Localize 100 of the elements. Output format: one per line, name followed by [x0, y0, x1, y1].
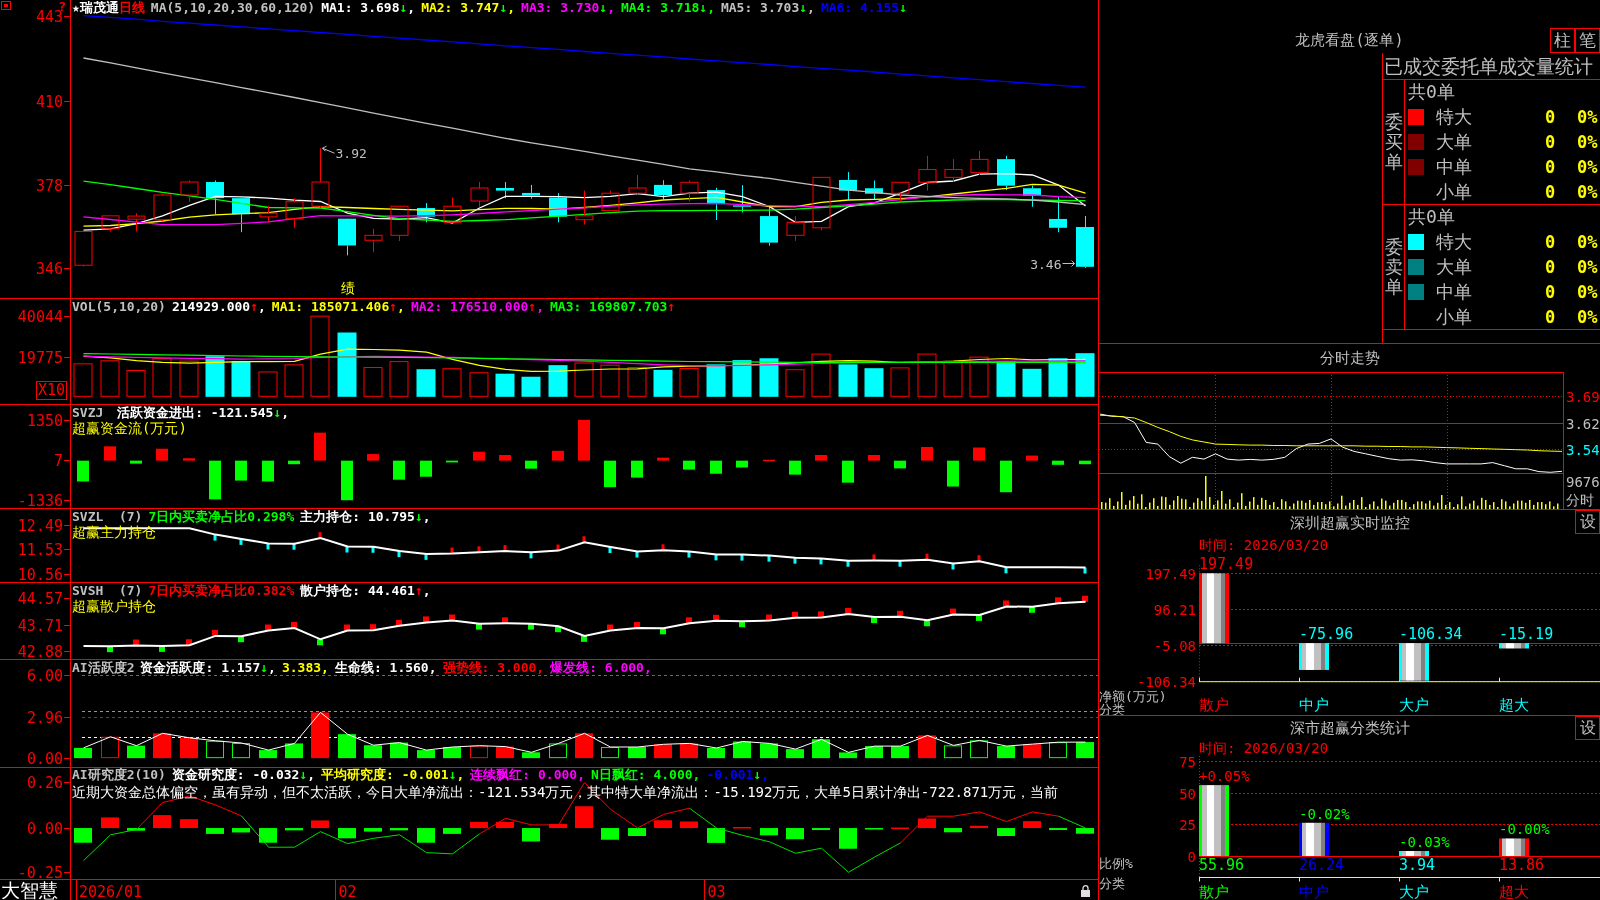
volume-bar	[73, 363, 93, 397]
trend-arrow: ↓	[448, 767, 457, 782]
axis-label: -106.34	[1137, 673, 1196, 690]
legend-value: 平均研究度: -0.001	[321, 767, 449, 782]
category-label: 散户	[1199, 883, 1229, 900]
candle	[733, 184, 751, 213]
change-marker	[766, 614, 772, 621]
change-marker	[556, 544, 560, 551]
volume-bar	[706, 364, 726, 397]
order-size-label: 小单	[1436, 179, 1473, 204]
scale-label: X10	[36, 381, 68, 400]
legend-separator: ,	[407, 0, 416, 15]
legend-separator: ,	[307, 767, 316, 782]
volume-bar	[231, 361, 251, 397]
change-label: +0.05%	[1199, 768, 1250, 785]
axis-label: 0.00	[26, 749, 63, 767]
research-bar	[470, 821, 488, 829]
peak-label: 9676	[1566, 474, 1600, 490]
flow-bar	[921, 446, 933, 461]
research-bar	[628, 828, 646, 836]
change-marker	[819, 558, 823, 565]
order-count: 0	[1545, 156, 1557, 177]
change-marker	[238, 636, 244, 643]
section-title: 深圳超赢实时监控	[1289, 513, 1410, 533]
activity-bar	[259, 750, 277, 759]
change-marker	[818, 611, 824, 618]
flow-bar	[367, 454, 379, 461]
legend-separator: ,	[258, 299, 266, 314]
view-button[interactable]: 柱	[1550, 28, 1575, 53]
strip-label: 分时	[1566, 492, 1594, 508]
research-bar	[707, 828, 725, 843]
activity-bar	[549, 743, 567, 759]
volume-bar	[864, 368, 884, 397]
change-marker	[660, 628, 666, 635]
value-label: -106.34	[1399, 625, 1463, 644]
volume-bar	[548, 365, 568, 397]
legend-value: MA6: 4.155	[820, 0, 900, 15]
volume-bar	[416, 369, 436, 397]
activity-bar	[206, 740, 224, 759]
axis-title: 分类	[1099, 702, 1125, 715]
volume-bar	[627, 367, 647, 397]
flow-bar	[1079, 460, 1091, 465]
change-marker	[318, 532, 322, 539]
change-marker	[503, 545, 507, 552]
change-label: -0.00%	[1499, 821, 1550, 838]
settings-button[interactable]: 设	[1575, 510, 1600, 534]
change-marker	[607, 624, 613, 631]
legend-separator: ,	[607, 0, 615, 15]
axis-label: 42.88	[17, 642, 63, 659]
activity-bar	[311, 712, 329, 759]
order-count: 0	[1545, 257, 1557, 277]
volume-bar	[679, 368, 699, 397]
candle	[101, 215, 120, 232]
candle	[970, 150, 989, 176]
trend-arrow: ↓	[299, 767, 308, 782]
legend-value: MA2: 176510.000	[410, 299, 529, 314]
square-icon	[1, 1, 11, 11]
axis-label: 43.71	[17, 616, 63, 635]
value-label: 26.24	[1299, 856, 1345, 874]
research-bar	[944, 828, 962, 833]
order-size-label: 特大	[1436, 105, 1473, 130]
volume-bar	[126, 370, 146, 397]
change-label: -0.02%	[1299, 805, 1350, 822]
change-marker	[792, 611, 798, 618]
change-marker	[582, 536, 586, 543]
research-bar	[1023, 821, 1041, 829]
candle	[338, 217, 356, 256]
change-marker	[925, 553, 929, 560]
legend-value: SVZL (7)	[72, 509, 143, 524]
flow-bar	[183, 458, 195, 461]
group-total: 共0单	[1408, 80, 1455, 105]
candle	[839, 171, 857, 201]
view-button[interactable]: 笔	[1575, 28, 1600, 53]
order-count: 0	[1545, 232, 1557, 253]
change-marker	[793, 557, 797, 564]
indicator-name: MA(5,10,20,30,60,120)	[150, 0, 316, 15]
value-label: 55.96	[1199, 856, 1245, 874]
legend-value: MA4: 3.718	[621, 0, 700, 15]
trend-arrow: ↓	[753, 767, 762, 782]
price-label: 3.92	[335, 146, 367, 162]
research-bar	[1076, 828, 1094, 834]
axis-label: 7	[53, 451, 63, 470]
order-count: 0	[1545, 306, 1557, 327]
settings-button[interactable]: 设	[1575, 716, 1600, 740]
date-label: 02	[338, 883, 357, 900]
research-bar	[127, 828, 145, 831]
volume-bar	[600, 364, 620, 397]
order-size-label: 中单	[1436, 154, 1473, 179]
flow-bar	[314, 432, 326, 461]
candle	[891, 181, 910, 203]
flow-bar	[868, 455, 880, 461]
flow-bar	[710, 460, 722, 474]
order-size-label: 大单	[1436, 130, 1473, 154]
category-label: 中户	[1299, 883, 1329, 900]
activity-bar	[153, 733, 171, 759]
axis-title: 比例%	[1099, 856, 1133, 871]
legend-separator: ,	[643, 660, 652, 675]
activity-bar	[944, 745, 962, 759]
axis-label: 3.62	[1566, 415, 1600, 432]
legend-separator: ,	[397, 299, 405, 314]
